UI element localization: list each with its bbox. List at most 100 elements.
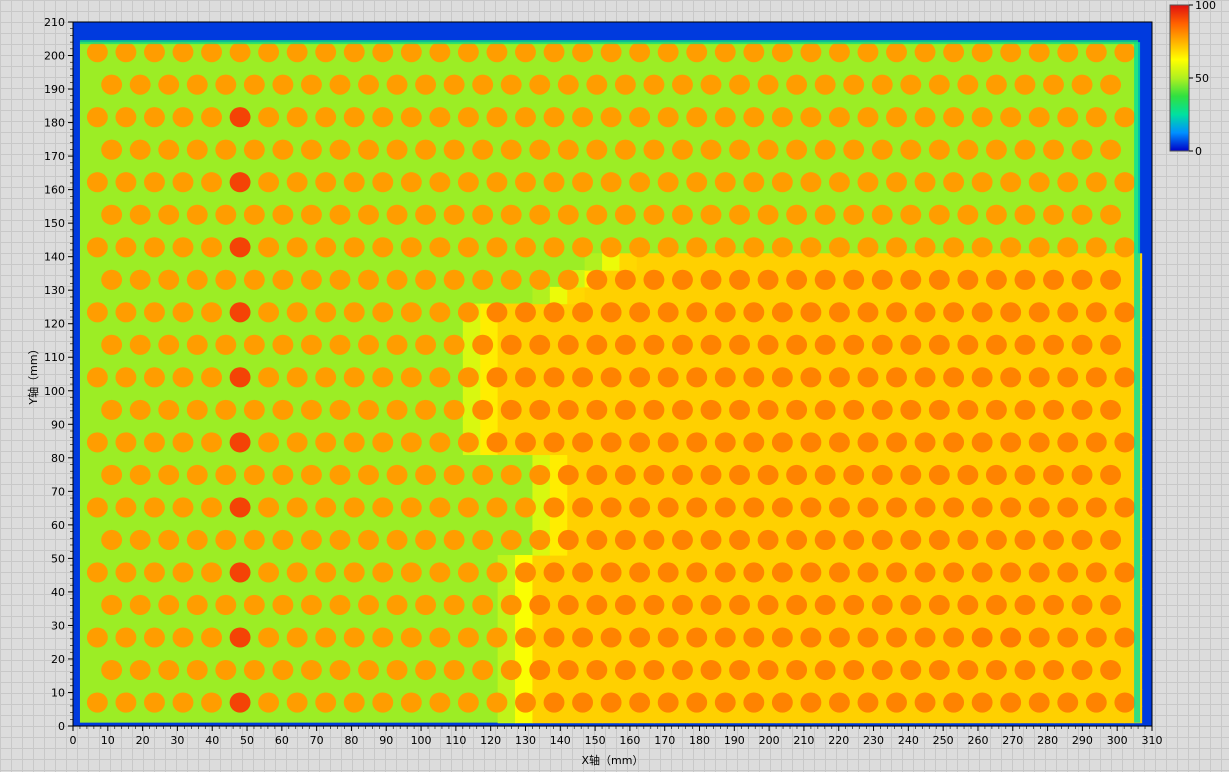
heatmap-dot [201, 562, 222, 583]
heatmap-dot [543, 627, 565, 648]
heatmap-dot [529, 74, 551, 95]
heatmap-dot [215, 529, 237, 550]
heatmap-dot [500, 74, 522, 95]
heatmap-dot [928, 529, 950, 550]
heatmap-dot [258, 627, 280, 648]
heatmap-dot [286, 627, 308, 648]
heatmap-cell [1054, 320, 1073, 338]
heatmap-cell [602, 320, 621, 338]
x-tick-label: 130 [515, 734, 536, 747]
heatmap-dot [386, 529, 408, 550]
heatmap-dot [186, 529, 208, 550]
heatmap-dot [86, 692, 108, 713]
heatmap-dot [343, 172, 365, 193]
heatmap-dot [985, 139, 1007, 160]
heatmap-dot [957, 464, 979, 485]
heatmap-dot [229, 172, 251, 193]
heatmap-dot [786, 139, 808, 160]
heatmap-dot [985, 529, 1007, 550]
heatmap-dot [1057, 42, 1079, 63]
heatmap-dot [985, 399, 1007, 420]
heatmap-dot [743, 42, 765, 63]
heatmap-dot [372, 562, 394, 583]
heatmap-dot [971, 302, 993, 323]
heatmap-dot [1014, 594, 1036, 616]
heatmap-dot [129, 399, 151, 420]
heatmap-dot [472, 659, 494, 681]
heatmap-dot [358, 269, 379, 290]
heatmap-dot [343, 627, 365, 648]
heatmap-dot [800, 562, 822, 583]
heatmap-dot [871, 74, 893, 95]
heatmap-dot [643, 269, 665, 290]
heatmap-dot [115, 432, 137, 453]
heatmap-dot [657, 432, 679, 453]
heatmap-dot [243, 204, 265, 225]
heatmap-dot [86, 562, 108, 583]
heatmap-dot [229, 237, 251, 258]
heatmap-dot [943, 497, 965, 518]
heatmap-dot [129, 659, 151, 681]
heatmap-dot [572, 172, 594, 193]
x-tick-label: 250 [933, 734, 954, 747]
heatmap-dot [529, 204, 551, 225]
heatmap-dot [472, 399, 494, 420]
heatmap-dot [186, 74, 208, 95]
heatmap-dot [457, 172, 479, 193]
heatmap-dot [415, 334, 437, 355]
heatmap-dot [300, 594, 322, 616]
heatmap-dot [600, 692, 622, 713]
heatmap-dot [572, 562, 594, 583]
heatmap-dot [272, 659, 294, 681]
heatmap-dot [1014, 464, 1036, 485]
heatmap-dot [900, 74, 922, 95]
heatmap-dot [343, 107, 365, 128]
heatmap-dot [158, 139, 180, 160]
heatmap-dot [343, 497, 365, 518]
heatmap-dot [614, 464, 636, 485]
heatmap-dot [144, 302, 165, 323]
heatmap-dot [1085, 497, 1107, 518]
heatmap-dot [400, 627, 422, 648]
heatmap-dot [1043, 334, 1064, 355]
heatmap-dot [329, 334, 351, 355]
y-tick-label: 150 [44, 217, 65, 230]
heatmap-dot [500, 529, 522, 550]
heatmap-cell [584, 320, 603, 338]
x-tick-label: 190 [724, 734, 745, 747]
heatmap-dot [786, 269, 808, 290]
heatmap-dot [315, 432, 337, 453]
heatmap-dot [300, 529, 322, 550]
x-tick-label: 70 [310, 734, 324, 747]
heatmap-dot [843, 139, 865, 160]
heatmap-dot [957, 204, 979, 225]
heatmap-dot [586, 464, 608, 485]
heatmap-dot [914, 692, 936, 713]
heatmap-dot [729, 529, 750, 550]
heatmap-dot [914, 42, 936, 63]
heatmap-cell [915, 387, 934, 405]
heatmap-dot [300, 269, 322, 290]
y-tick-label: 30 [51, 619, 65, 632]
heatmap-dot [572, 497, 594, 518]
heatmap-dot [586, 334, 608, 355]
heatmap-dot [115, 107, 137, 128]
heatmap-dot [1100, 269, 1122, 290]
heatmap-dot [1028, 367, 1050, 388]
heatmap-dot [457, 692, 479, 713]
heatmap-dot [700, 269, 722, 290]
y-tick-label: 180 [44, 117, 65, 130]
heatmap-dot [1100, 399, 1122, 420]
heatmap-dot [800, 692, 822, 713]
heatmap-dot [1114, 237, 1136, 258]
heatmap-dot [900, 204, 922, 225]
heatmap-dot [814, 464, 836, 485]
x-tick-label: 310 [1142, 734, 1163, 747]
heatmap-dot [686, 42, 708, 63]
heatmap-dot [315, 562, 337, 583]
heatmap-dot [572, 692, 594, 713]
heatmap-dot [1043, 464, 1064, 485]
heatmap-dot [1057, 692, 1079, 713]
heatmap-dot [472, 464, 494, 485]
y-tick-label: 70 [51, 485, 65, 498]
